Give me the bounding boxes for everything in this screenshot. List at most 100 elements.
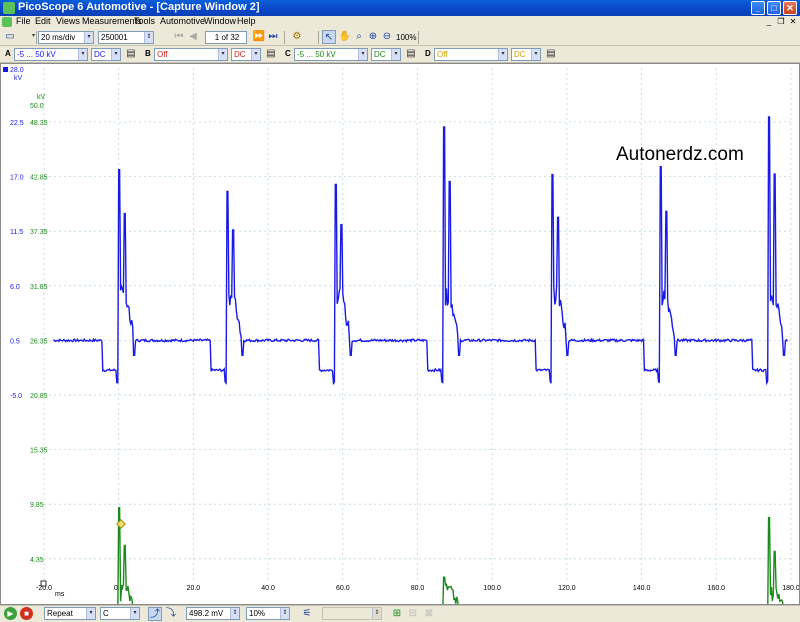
spinner-icon[interactable]: ⇕ [230,608,239,619]
watermark-text: Autonerdz.com [616,144,744,165]
stop-capture-icon[interactable]: ■ [20,607,33,620]
x-tick: 40.0 [261,585,275,592]
add-measurement-icon[interactable]: ⊞ [390,607,404,621]
separator [284,31,285,44]
channel-a-range-select[interactable]: -5 ... 50 kV ▾ [14,48,88,61]
timebase-select[interactable]: 20 ms/div ▾ [38,31,94,44]
pre-trigger-field[interactable]: 10% ⇕ [246,607,290,620]
delete-measurement-icon[interactable]: ⊠ [422,607,436,621]
spinner-icon: ⇕ [372,608,381,619]
trigger-channel: C [103,609,109,618]
spinner-icon[interactable]: ⇕ [144,32,153,43]
edit-measurement-icon[interactable]: ⊟ [406,607,420,621]
chevron-down-icon[interactable]: ▾ [86,608,95,619]
spinner-icon[interactable]: ⇕ [280,608,289,619]
channel-c-options-icon[interactable]: ▤ [404,47,418,61]
channel-b-coupling-select[interactable]: DC ▾ [231,48,261,61]
threshold-value: 498.2 mV [189,609,224,618]
channel-c-range-select[interactable]: -5 ... 50 kV ▾ [294,48,368,61]
chevron-down-icon[interactable]: ▾ [498,49,507,60]
y-axis-top-label: 28.0 [10,67,24,74]
y-axis-c-ticks: 50.0 48.35 42.85 37.35 31.85 26.35 20.85 15.35 9… [30,103,48,564]
zoom-out-icon[interactable]: ⊖ [380,30,394,44]
channel-d-range-select[interactable]: Off ▾ [434,48,508,61]
maximize-icon[interactable]: □ [767,1,781,15]
buffer-position-field[interactable]: 1 of 32 [205,31,247,44]
menu-tools[interactable]: Tools [134,16,155,26]
separator [318,31,319,44]
y-tick-a: 11.5 [10,229,23,236]
chevron-down-icon[interactable]: ▾ [391,49,400,60]
x-tick: 80.0 [411,585,425,592]
chevron-down-icon[interactable]: ▾ [84,32,93,43]
previous-buffer-icon[interactable]: ◀ [186,30,200,44]
y-tick-c: 37.35 [30,229,48,236]
y-axis-a-unit: kV [14,75,23,82]
minimize-icon[interactable]: _ [751,1,765,15]
menu-help[interactable]: Help [237,16,256,26]
falling-edge-icon[interactable]: ⤵ [164,607,178,621]
x-tick: 100.0 [483,585,501,592]
y-tick-c: 26.35 [30,338,48,345]
y-tick-c: 15.35 [30,448,48,455]
zoom-area-icon[interactable]: ⌕ [352,30,366,44]
hand-tool-icon[interactable]: ✋ [338,30,352,44]
mdi-restore-icon[interactable]: ❐ [776,17,786,27]
x-axis-unit: ms [55,591,65,598]
next-buffer-icon[interactable]: ⏩ [252,30,266,44]
channel-a-coupling-select[interactable]: DC ▾ [91,48,121,61]
y-tick-c: 48.35 [30,120,48,127]
threshold-field[interactable]: 498.2 mV ⇕ [186,607,240,620]
timebase-value: 20 ms/div [41,33,76,42]
trigger-mode-select[interactable]: Repeat ▾ [44,607,96,620]
trigger-channel-select[interactable]: C ▾ [100,607,140,620]
channel-c-coupling-select[interactable]: DC ▾ [371,48,401,61]
chevron-down-icon[interactable]: ▾ [358,49,367,60]
last-buffer-icon[interactable]: ⏭ [266,30,280,44]
channel-c-coupling: DC [374,50,386,59]
chevron-down-icon[interactable]: ▾ [130,608,139,619]
chevron-down-icon[interactable]: ▾ [111,49,120,60]
channel-b-range: Off [157,50,168,59]
chevron-down-icon[interactable]: ▾ [218,49,227,60]
properties-icon[interactable]: ⚙ [290,30,304,44]
y-tick-a: 17.0 [10,175,24,182]
channel-a-marker-icon [3,67,8,72]
zoom-level: 100% [396,33,417,42]
pointer-tool-icon[interactable]: ↖ [322,30,336,44]
first-buffer-icon[interactable]: ⏮ [172,30,186,44]
menu-file[interactable]: File [16,16,31,26]
chevron-down-icon[interactable]: ▾ [78,49,87,60]
trigger-mode: Repeat [47,609,73,618]
scope-mode-icon[interactable]: ▭ [3,30,17,44]
channel-b-label: B [145,49,151,58]
start-capture-icon[interactable]: ▶ [4,607,17,620]
channel-b-range-select[interactable]: Off ▾ [154,48,228,61]
mdi-minimize-icon[interactable]: _ [764,17,774,27]
advanced-trigger-icon[interactable]: ⚟ [300,607,314,621]
scope-view[interactable]: 28.0 kV kV ms 22.5 17.0 11.5 6.0 0.5 -5.0 50.… [0,63,800,605]
x-tick: 20.0 [187,585,201,592]
menu-automotive[interactable]: Automotive [160,16,205,26]
trigger-delay-field: ⇕ [322,607,382,620]
channel-b-coupling: DC [234,50,246,59]
menu-measurements[interactable]: Measurements [82,16,142,26]
document-icon [2,17,12,27]
channel-b-options-icon[interactable]: ▤ [264,47,278,61]
mdi-close-icon[interactable]: ✕ [788,17,798,27]
zoom-in-icon[interactable]: ⊕ [366,30,380,44]
samples-value: 250001 [101,33,128,42]
samples-select[interactable]: 250001 ⇕ [98,31,154,44]
rising-edge-icon[interactable]: ⤴ [148,607,162,621]
channel-d-coupling-select[interactable]: DC ▾ [511,48,541,61]
channel-c-label: C [285,49,291,58]
chevron-down-icon[interactable]: ▾ [251,49,260,60]
close-icon[interactable]: ✕ [783,1,797,15]
channel-d-options-icon[interactable]: ▤ [544,47,558,61]
menu-edit[interactable]: Edit [35,16,51,26]
chevron-down-icon[interactable]: ▾ [531,49,540,60]
menu-views[interactable]: Views [56,16,80,26]
app-icon [3,2,15,14]
menu-window[interactable]: Window [204,16,236,26]
channel-a-options-icon[interactable]: ▤ [124,47,138,61]
